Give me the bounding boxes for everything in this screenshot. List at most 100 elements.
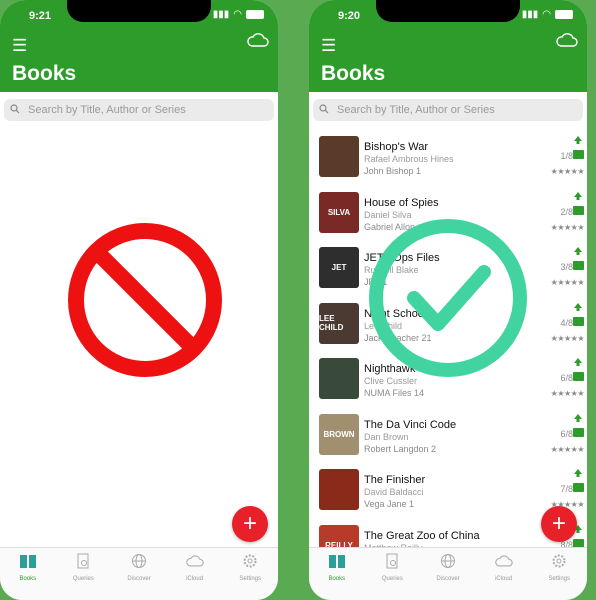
book-cover: LEE CHILD — [319, 302, 359, 344]
right-phone-screen: 9:20 ▮▮▮ ◠ ☰ Books Bishop's WarRafael Am… — [309, 0, 587, 600]
book-series: Jack Reacher 21 — [364, 332, 432, 343]
book-row[interactable]: Nighthawk Clive Cussler NUMA Files 14 6/8 ★★… — [309, 351, 587, 405]
book-icon — [573, 483, 584, 492]
rating-stars[interactable]: ★★★★★ — [551, 445, 585, 454]
cloud-icon[interactable] — [556, 33, 578, 52]
book-icon — [573, 150, 584, 159]
read-count: 6/8 — [560, 428, 573, 439]
book-cover — [319, 358, 359, 399]
book-title: House of Spies — [364, 196, 439, 209]
signal-icon: ▮▮▮ — [521, 9, 539, 20]
read-count: 4/8 — [560, 317, 573, 328]
book-row[interactable]: LEE CHILD Night School Lee Child Jack Reach… — [309, 296, 587, 350]
tab-books[interactable]: Books — [309, 548, 365, 600]
upload-icon[interactable] — [573, 299, 583, 317]
book-author: Rafael Ambrous Hines — [364, 154, 454, 164]
book-row[interactable]: The Finisher David Baldacci Vega Jane 1 7/8… — [309, 462, 587, 516]
search-bar[interactable] — [4, 99, 274, 121]
book-cover: JET — [319, 247, 359, 288]
read-count: 1/8 — [560, 151, 573, 161]
cloud-icon — [494, 553, 513, 574]
book-icon — [573, 427, 584, 437]
tab-icloud[interactable]: iCloud — [476, 548, 532, 600]
document-search-icon — [383, 553, 401, 574]
book-title: The Da Vinci Code — [364, 418, 457, 431]
cloud-icon — [185, 553, 204, 574]
rating-stars[interactable]: ★★★★★ — [551, 334, 585, 343]
menu-icon[interactable]: ☰ — [12, 37, 27, 54]
device-notch — [67, 0, 211, 22]
tab-settings[interactable]: Settings — [222, 548, 278, 600]
signal-icon: ▮▮▮ — [212, 9, 230, 20]
book-author: Russell Blake — [364, 265, 419, 275]
tab-queries[interactable]: Queries — [56, 548, 112, 600]
tab-settings[interactable]: Settings — [531, 548, 587, 600]
menu-icon[interactable]: ☰ — [321, 37, 336, 54]
book-series: Vega Jane 1 — [364, 499, 415, 509]
left-phone-screen: 9:21 ▮▮▮ ◠ ☰ Books + Books Queries — [0, 0, 278, 600]
gear-icon — [241, 553, 259, 574]
add-book-button[interactable]: + — [232, 506, 268, 542]
book-title: Night School — [364, 307, 427, 320]
search-bar[interactable] — [313, 99, 583, 121]
battery-icon — [246, 10, 264, 19]
book-icon — [19, 553, 37, 574]
book-cover — [319, 136, 359, 177]
upload-icon[interactable] — [573, 354, 583, 372]
book-title: JET - Ops Files — [364, 252, 440, 264]
upload-icon[interactable] — [573, 465, 583, 483]
status-icons: ▮▮▮ ◠ — [522, 9, 573, 20]
book-row[interactable]: JET JET - Ops Files Russell Blake JET 1 3/8 ★… — [309, 240, 587, 294]
book-author: Clive Cussler — [364, 376, 418, 386]
read-count: 3/8 — [560, 262, 573, 272]
book-author: Dan Brown — [364, 431, 409, 442]
book-author: Lee Child — [364, 320, 403, 331]
search-icon — [319, 101, 335, 119]
book-title: Nighthawk — [364, 363, 416, 375]
globe-icon — [130, 553, 148, 574]
book-cover: BROWN — [319, 413, 359, 455]
book-title: The Great Zoo of China — [364, 529, 480, 542]
rating-stars[interactable]: ★★★★★ — [551, 167, 585, 176]
rating-stars[interactable]: ★★★★★ — [551, 223, 585, 232]
upload-icon[interactable] — [573, 243, 583, 261]
tab-discover[interactable]: Discover — [420, 548, 476, 600]
tab-bar: Books Queries Discover iCloud Settings — [0, 547, 278, 600]
book-row[interactable]: SILVA House of Spies Daniel Silva Gabriel A… — [309, 185, 587, 239]
page-title: Books — [12, 62, 77, 85]
wifi-icon: ◠ — [233, 9, 242, 20]
search-input[interactable] — [26, 104, 274, 116]
book-cover: SILVA — [319, 191, 359, 233]
search-input[interactable] — [335, 104, 583, 116]
tab-books[interactable]: Books — [0, 548, 56, 600]
book-series: Robert Langdon 2 — [364, 443, 437, 454]
status-time: 9:20 — [338, 10, 361, 22]
cloud-icon[interactable] — [247, 33, 269, 52]
upload-icon[interactable] — [573, 410, 583, 428]
upload-icon[interactable] — [573, 132, 583, 150]
tab-bar: Books Queries Discover iCloud Settings — [309, 547, 587, 600]
book-icon — [328, 553, 346, 574]
tab-discover[interactable]: Discover — [111, 548, 167, 600]
status-icons: ▮▮▮ ◠ — [213, 9, 264, 20]
gear-icon — [550, 553, 568, 574]
book-series: Gabriel Allon — [364, 221, 416, 232]
read-count: 6/8 — [560, 373, 573, 383]
book-row[interactable]: BROWN The Da Vinci Code Dan Brown Robert La… — [309, 407, 587, 461]
book-icon — [573, 261, 584, 270]
read-count: 7/8 — [560, 484, 573, 494]
book-series: John Bishop 1 — [364, 166, 422, 176]
tab-queries[interactable]: Queries — [365, 548, 421, 600]
rating-stars[interactable]: ★★★★★ — [551, 278, 585, 287]
book-icon — [573, 205, 584, 215]
globe-icon — [439, 553, 457, 574]
book-title: Bishop's War — [364, 141, 429, 153]
upload-icon[interactable] — [573, 188, 583, 206]
book-cover — [319, 469, 359, 510]
book-row[interactable]: Bishop's War Rafael Ambrous Hines John Bis… — [309, 129, 587, 183]
book-author: Daniel Silva — [364, 209, 412, 220]
add-book-button[interactable]: + — [541, 506, 577, 542]
rating-stars[interactable]: ★★★★★ — [551, 389, 585, 398]
tab-icloud[interactable]: iCloud — [167, 548, 223, 600]
wifi-icon: ◠ — [542, 9, 551, 20]
